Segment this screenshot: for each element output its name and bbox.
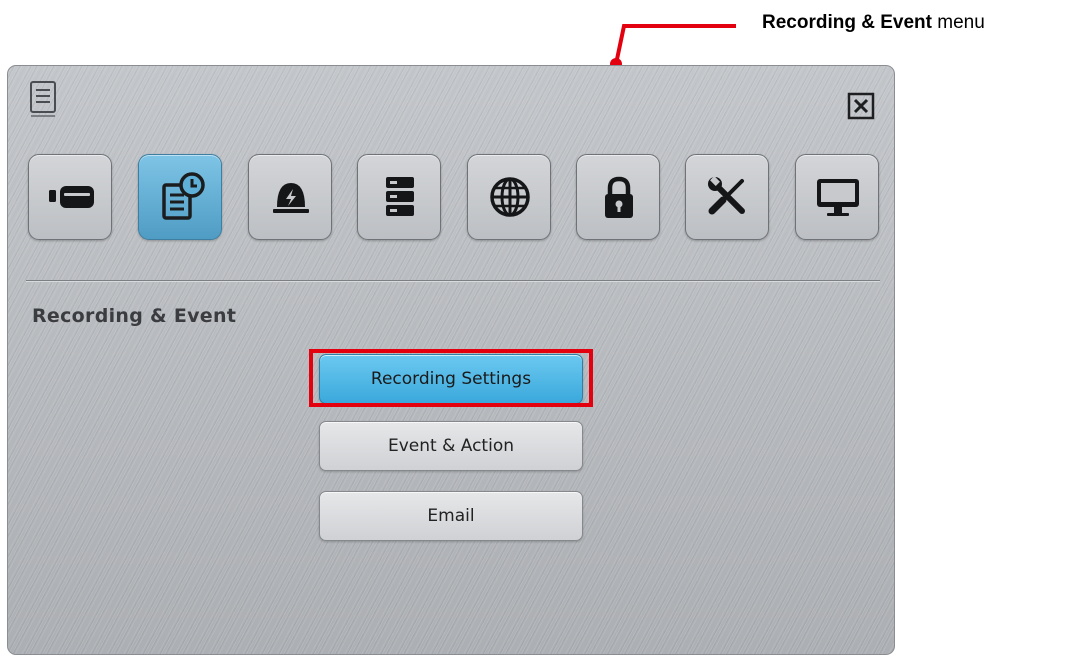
menu-document-icon (30, 81, 56, 117)
section-divider (26, 280, 880, 282)
toolbar-alarm-button[interactable] (248, 154, 332, 240)
callout-rest-text: menu (931, 12, 985, 33)
callout-bold-text: Recording & Event (762, 12, 932, 33)
callout-label: Recording & Event menu (762, 12, 985, 34)
toolbar-display-button[interactable] (795, 154, 879, 240)
close-button[interactable] (847, 92, 875, 120)
toolbar-security-button[interactable] (576, 154, 660, 240)
recording-settings-button[interactable]: Recording Settings (319, 354, 583, 404)
toolbar-recording-event-button[interactable] (138, 154, 222, 240)
section-title: Recording & Event (32, 305, 237, 327)
recording-event-menu-panel: Recording & Event Recording Settings Eve… (7, 65, 895, 655)
tools-wrench-screwdriver-icon (708, 176, 745, 215)
network-globe-icon (490, 177, 530, 217)
display-monitor-icon (817, 179, 859, 216)
toolbar-storage-button[interactable] (357, 154, 441, 240)
toolbar-network-button[interactable] (467, 154, 551, 240)
toolbar-tools-button[interactable] (685, 154, 769, 240)
alarm-siren-icon (273, 183, 309, 213)
storage-server-icon (386, 177, 414, 216)
recording-schedule-icon (162, 172, 205, 220)
security-lock-icon (605, 176, 633, 218)
email-button[interactable]: Email (319, 491, 583, 541)
event-action-button[interactable]: Event & Action (319, 421, 583, 471)
camera-device-icon (49, 186, 94, 208)
toolbar-camera-button[interactable] (28, 154, 112, 240)
